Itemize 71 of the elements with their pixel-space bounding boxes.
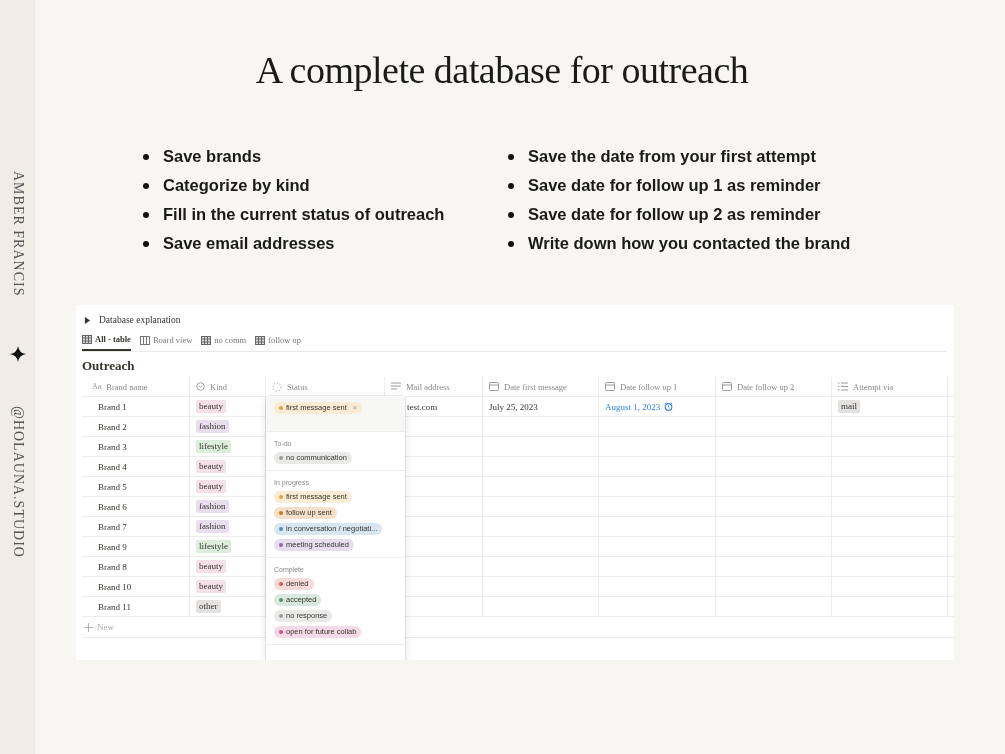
- handle-text: @HOLAUNA.STUDIO: [9, 406, 26, 559]
- board-icon: [139, 335, 150, 345]
- toggle-label[interactable]: Database explanation: [99, 315, 181, 325]
- brand-name: Brand 7: [97, 521, 127, 532]
- view-tab[interactable]: follow up: [255, 329, 301, 351]
- brand-name: Brand 10: [97, 581, 132, 592]
- bullet-icon: [508, 182, 514, 189]
- bullet-icon: [143, 182, 149, 189]
- feature-text: Save date for follow up 1 as reminder: [528, 176, 821, 195]
- bullet-icon: [143, 153, 149, 160]
- view-tab[interactable]: no comm: [201, 329, 247, 351]
- feature-text: Save date for follow up 2 as reminder: [528, 205, 821, 224]
- calendar-icon: [489, 382, 499, 391]
- calendar-icon: [605, 382, 615, 391]
- bullet-icon: [508, 240, 514, 247]
- column-header[interactable]: Kind: [189, 377, 265, 397]
- calendar-icon: [722, 382, 732, 391]
- brand-name: Brand 3: [97, 441, 127, 452]
- kind-tag: lifestyle: [196, 540, 231, 553]
- kind-tag: other: [196, 600, 221, 613]
- kind-tag: beauty: [196, 580, 226, 593]
- page-title: A complete database for outreach: [254, 48, 750, 92]
- kind-tag: fashion: [196, 500, 229, 513]
- bullet-icon: [143, 211, 149, 218]
- kind-tag: beauty: [196, 400, 226, 413]
- status-type-icon: [272, 381, 282, 392]
- feature-text: Save email addresses: [163, 234, 335, 253]
- attempt-tag: mail: [838, 400, 860, 413]
- brand-name: Brand 8: [97, 561, 127, 572]
- select-type-icon: [196, 382, 205, 391]
- kind-tag: beauty: [196, 560, 226, 573]
- feature-text: Categorize by kind: [163, 176, 310, 195]
- author-name: AMBER FRANCIS: [9, 171, 26, 297]
- bullet-icon: [508, 153, 514, 160]
- mail-address: test.com: [406, 401, 438, 412]
- kind-tag: beauty: [196, 460, 226, 473]
- brand-name: Brand 1: [97, 401, 127, 412]
- brand-name: Brand 9: [97, 541, 127, 552]
- list-icon: [838, 382, 848, 391]
- kind-tag: beauty: [196, 480, 226, 493]
- brand-name: Brand 4: [97, 461, 127, 472]
- table-icon: [255, 335, 266, 345]
- date-text: July 25, 2023: [489, 401, 538, 412]
- database-title: Outreach: [82, 357, 136, 375]
- table-icon: [201, 335, 212, 345]
- column-header[interactable]: Date follow up 2: [715, 377, 831, 397]
- feature-text: Save brands: [163, 147, 262, 166]
- view-tab[interactable]: All - table: [82, 329, 131, 351]
- kind-tag: fashion: [196, 520, 229, 533]
- view-tab[interactable]: Board view: [139, 329, 193, 351]
- text-type-icon: Aa: [92, 382, 102, 391]
- column-header[interactable]: Date first message: [482, 377, 598, 397]
- sparkle-icon: [9, 346, 26, 363]
- bullet-icon: [143, 240, 149, 247]
- feature-text: Fill in the current status of outreach: [163, 205, 445, 224]
- brand-name: Brand 5: [97, 481, 127, 492]
- brand-name: Brand 6: [97, 501, 127, 512]
- bullet-icon: [508, 211, 514, 218]
- column-header[interactable]: Date follow up 1: [598, 377, 715, 397]
- table-icon: [82, 334, 92, 344]
- kind-tag: lifestyle: [196, 440, 231, 453]
- column-header[interactable]: Attempt via: [831, 377, 947, 397]
- feature-text: Write down how you contacted the brand: [528, 234, 851, 253]
- column-header[interactable]: Aa Brand name: [82, 377, 189, 397]
- feature-text: Save the date from your first attempt: [528, 147, 816, 166]
- brand-name: Brand 11: [97, 601, 131, 612]
- brand-name: Brand 2: [97, 421, 127, 432]
- kind-tag: fashion: [196, 420, 229, 433]
- text-lines-icon: [391, 382, 401, 391]
- triangle-icon[interactable]: [84, 316, 91, 324]
- reminder-date: August 1, 2023: [605, 401, 661, 412]
